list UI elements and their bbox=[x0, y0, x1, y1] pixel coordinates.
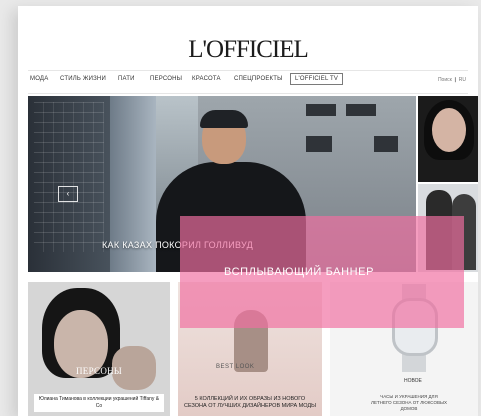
popup-banner[interactable]: ВСПЛЫВАЮЩИЙ БАННЕР bbox=[180, 216, 464, 328]
card-label: ПЕРСОНЫ bbox=[76, 366, 123, 376]
card-label: НОВОЕ bbox=[404, 378, 422, 384]
nav-item-personas[interactable]: ПЕРСОНЫ bbox=[150, 76, 182, 82]
card-caption: 5 КОЛЛЕКЦИЙ И ИХ ОБРАЗЫ ИЗ НОВОГО СЕЗОНА… bbox=[184, 396, 316, 409]
hero-building-left bbox=[28, 96, 110, 272]
main-nav: МОДА СТИЛЬ ЖИЗНИ ПАТИ ПЕРСОНЫ КРАСОТА СП… bbox=[28, 70, 468, 94]
card-label: BEST LOOK bbox=[216, 364, 255, 370]
nav-item-party[interactable]: ПАТИ bbox=[118, 76, 135, 82]
card-caption: ЧАСЫ И УКРАШЕНИЯ ДЛЯ ЛЕТНЕГО СЕЗОНА ОТ Л… bbox=[371, 394, 447, 411]
nav-search-lang[interactable]: Поиск ❙ RU bbox=[438, 77, 466, 83]
nav-item-lifestyle[interactable]: СТИЛЬ ЖИЗНИ bbox=[60, 76, 106, 82]
site-logo[interactable]: L'OFFICIEL bbox=[18, 36, 478, 64]
nav-item-fashion[interactable]: МОДА bbox=[30, 76, 48, 82]
side-thumbnail-portrait[interactable] bbox=[418, 96, 478, 182]
nav-item-tv[interactable]: L'OFFICIEL TV bbox=[290, 73, 344, 85]
nav-item-special[interactable]: СПЕЦПРОЕКТЫ bbox=[234, 76, 283, 82]
popup-banner-text: ВСПЛЫВАЮЩИЙ БАННЕР bbox=[224, 266, 375, 278]
card-caption: Юлиана Тиманова в коллекции украшений Ti… bbox=[34, 394, 164, 412]
page: L'OFFICIEL МОДА СТИЛЬ ЖИЗНИ ПАТИ ПЕРСОНЫ… bbox=[18, 6, 478, 416]
hero-prev-arrow[interactable]: ‹ bbox=[58, 186, 78, 202]
article-card-personas[interactable]: ПЕРСОНЫ Юлиана Тиманова в коллекции укра… bbox=[28, 282, 170, 416]
nav-item-beauty[interactable]: КРАСОТА bbox=[192, 76, 221, 82]
